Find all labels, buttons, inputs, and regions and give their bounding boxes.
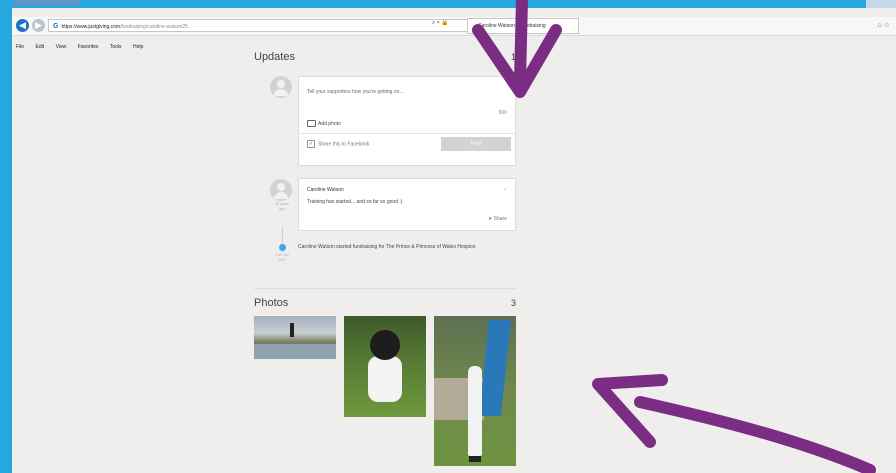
window-title-bar <box>0 0 896 8</box>
post-avatar <box>270 179 292 201</box>
update-input[interactable]: Tell your supporters how you're getting … <box>307 89 404 95</box>
menu-file[interactable]: File <box>16 44 24 50</box>
updates-header: Updates 1 <box>250 46 520 64</box>
site-icon: G <box>53 23 59 30</box>
photos-count: 3 <box>510 298 516 308</box>
browser-toolbar: ◀ ▶ Ghttps://www.justgiving.com/fundrais… <box>12 17 896 36</box>
page-content: Updates 1 Tell your supporters how you'r… <box>250 46 520 466</box>
updates-count: 1 <box>510 52 516 62</box>
photos-title: Photos <box>254 297 289 309</box>
address-bar[interactable]: Ghttps://www.justgiving.com/fundraising/… <box>48 19 478 32</box>
share-facebook-label: Share this to Facebook <box>318 141 370 148</box>
home-star-icon[interactable]: ⌂ ☆ <box>878 21 890 29</box>
photo-person <box>468 366 482 456</box>
search-lock-icon[interactable]: ⌕ ▾ 🔒 <box>432 19 449 27</box>
window-title-tab[interactable] <box>14 0 80 6</box>
char-count: 500 <box>498 110 507 116</box>
url-host: https://www.justgiving.com <box>61 24 121 30</box>
window-controls[interactable] <box>866 0 896 8</box>
post-time: 22 hours ago <box>275 202 289 211</box>
share-label: Share <box>493 216 507 222</box>
menu-tools[interactable]: Tools <box>110 44 122 50</box>
add-photo-button[interactable]: Add photo <box>307 120 341 127</box>
photo-figure <box>290 323 294 337</box>
photo-dog-head <box>370 330 400 360</box>
add-photo-label: Add photo <box>318 120 341 127</box>
menu-favorites[interactable]: Favorites <box>78 44 99 50</box>
post-button[interactable]: Post <box>441 137 511 151</box>
post-text: Training has started... and so far so go… <box>307 199 403 205</box>
photo-water <box>254 344 336 359</box>
browser-tab[interactable]: Caroline Watson is fundraising <box>467 18 579 34</box>
updates-title: Updates <box>254 51 295 63</box>
composer-divider <box>299 133 515 134</box>
share-button[interactable]: ➤ Share <box>488 216 507 222</box>
timeline-date: 11th Jun 2017 <box>275 253 289 262</box>
menu-bar: File Edit View Favorites Tools Help <box>12 35 896 50</box>
timeline-dot <box>279 244 286 251</box>
checkbox-checked-icon[interactable]: ✓ <box>307 140 315 148</box>
timeline-event: Caroline Watson started fundraising for … <box>298 244 476 250</box>
photo-banner <box>478 320 512 416</box>
photo-thumbnail[interactable] <box>344 316 426 417</box>
back-button[interactable]: ◀ <box>16 19 29 32</box>
menu-edit[interactable]: Edit <box>36 44 45 50</box>
forward-button[interactable]: ▶ <box>32 19 45 32</box>
photos-header: Photos 3 <box>250 292 520 310</box>
update-composer: Tell your supporters how you're getting … <box>298 76 516 166</box>
url-path: /fundraising/caroline-watson25 <box>120 24 188 30</box>
desktop-edge <box>0 0 12 473</box>
photo-dog-body <box>368 356 402 402</box>
post-author: Caroline Watson <box>307 187 344 193</box>
section-divider <box>254 288 516 289</box>
composer-avatar <box>270 76 292 98</box>
share-facebook-checkbox[interactable]: ✓ Share this to Facebook <box>307 140 369 148</box>
update-post: Caroline Watson ⌄ Training has started..… <box>298 178 516 231</box>
photo-thumbnail[interactable] <box>434 316 516 466</box>
menu-help[interactable]: Help <box>133 44 143 50</box>
browser-tab-title: Caroline Watson is fundraising <box>478 23 546 29</box>
photo-thumbnail[interactable] <box>254 316 336 359</box>
chevron-down-icon[interactable]: ⌄ <box>502 185 507 192</box>
menu-view[interactable]: View <box>56 44 67 50</box>
arrow-up-left-icon <box>592 374 876 473</box>
camera-icon <box>307 120 316 127</box>
